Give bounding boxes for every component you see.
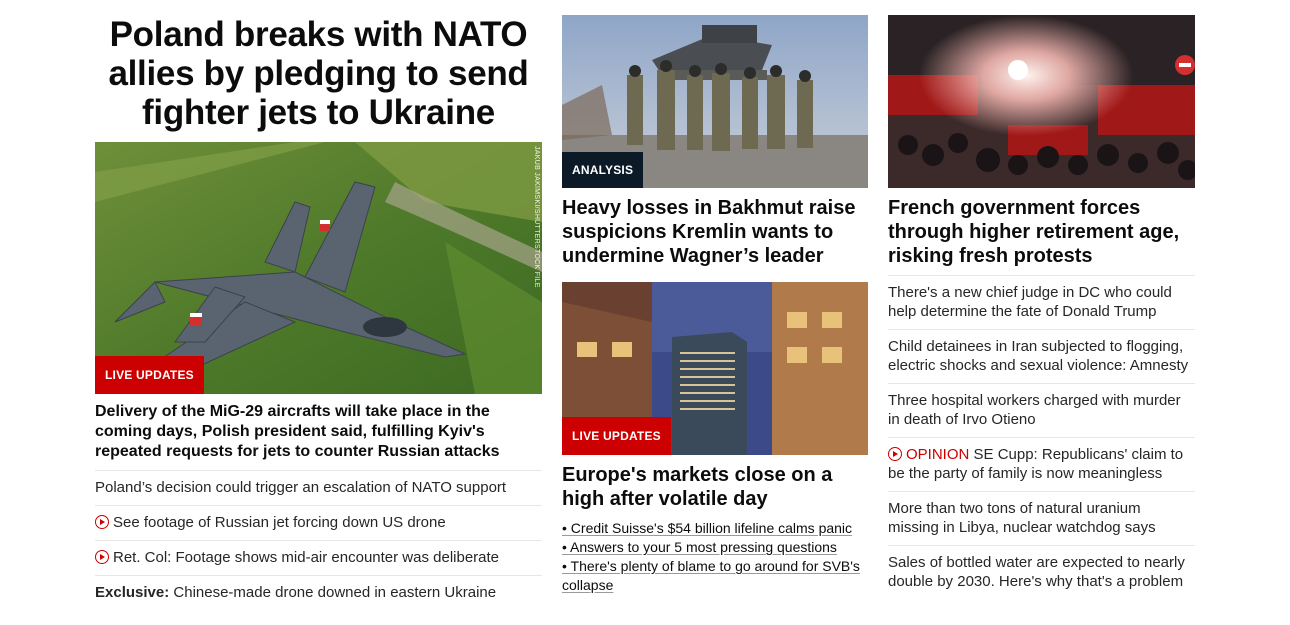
list-item[interactable]: • Answers to your 5 most pressing questi…: [562, 538, 868, 557]
analysis-badge: ANALYSIS: [562, 152, 644, 188]
bullet-link[interactable]: • There's plenty of blame to go around f…: [562, 558, 860, 593]
headline-link[interactable]: Sales of bottled water are expected to n…: [888, 554, 1185, 590]
headline-link[interactable]: Child detainees in Iran subjected to flo…: [888, 338, 1188, 374]
city-image-link[interactable]: LIVE UPDATES: [562, 282, 868, 455]
protest-image-link[interactable]: [888, 15, 1195, 188]
lead-related-list: Poland’s decision could trigger an escal…: [95, 470, 542, 610]
headline-link[interactable]: There's a new chief judge in DC who coul…: [888, 284, 1172, 320]
lead-image-fighter-jet[interactable]: JAKUB JAKIMSKI/SHUTTERSTOCK FILE LIVE UP…: [95, 142, 542, 394]
headline-link[interactable]: More than two tons of natural uranium mi…: [888, 500, 1156, 536]
list-item[interactable]: Sales of bottled water are expected to n…: [888, 545, 1195, 599]
markets-headline[interactable]: Europe's markets close on a high after v…: [562, 463, 868, 511]
bakhmut-headline[interactable]: Heavy losses in Bakhmut raise suspicions…: [562, 196, 868, 268]
live-updates-badge: LIVE UPDATES: [562, 417, 671, 455]
list-item[interactable]: Three hospital workers charged with murd…: [888, 383, 1195, 437]
related-link-text[interactable]: Poland’s decision could trigger an escal…: [95, 479, 506, 496]
list-item[interactable]: See footage of Russian jet forcing down …: [95, 505, 542, 540]
play-icon: [888, 447, 902, 461]
live-updates-badge: LIVE UPDATES: [95, 356, 204, 394]
exclusive-label: Exclusive:: [95, 584, 170, 601]
lead-headline[interactable]: Poland breaks with NATO allies by pledgi…: [95, 15, 542, 132]
bullet-link[interactable]: • Credit Suisse's $54 billion lifeline c…: [562, 520, 852, 536]
list-item[interactable]: Exclusive: Chinese-made drone downed in …: [95, 575, 542, 610]
related-link-text[interactable]: Chinese-made drone downed in eastern Ukr…: [173, 584, 496, 601]
list-item[interactable]: OPINION SE Cupp: Republicans' claim to b…: [888, 437, 1195, 491]
french-retirement-headline[interactable]: French government forces through higher …: [888, 196, 1195, 268]
headline-link[interactable]: Three hospital workers charged with murd…: [888, 392, 1181, 428]
list-item[interactable]: Poland’s decision could trigger an escal…: [95, 470, 542, 505]
play-icon: [95, 515, 109, 529]
related-link-text[interactable]: Ret. Col: Footage shows mid-air encounte…: [113, 549, 499, 566]
list-item[interactable]: Ret. Col: Footage shows mid-air encounte…: [95, 540, 542, 575]
right-headline-list: There's a new chief judge in DC who coul…: [888, 275, 1195, 599]
list-item[interactable]: There's a new chief judge in DC who coul…: [888, 275, 1195, 329]
right-column: French government forces through higher …: [888, 0, 1195, 599]
image-credit: JAKUB JAKIMSKI/SHUTTERSTOCK FILE: [533, 146, 540, 288]
soldiers-image-link[interactable]: ANALYSIS: [562, 15, 868, 188]
lead-column: Poland breaks with NATO allies by pledgi…: [95, 0, 542, 610]
list-item[interactable]: Child detainees in Iran subjected to flo…: [888, 329, 1195, 383]
lead-summary-link[interactable]: Delivery of the MiG-29 aircrafts will ta…: [95, 402, 542, 462]
protest-image: [888, 15, 1195, 188]
middle-column: ANALYSIS Heavy losses in Bakhmut raise s…: [562, 0, 868, 595]
opinion-label: OPINION: [906, 446, 970, 463]
list-item[interactable]: More than two tons of natural uranium mi…: [888, 491, 1195, 545]
play-icon: [95, 550, 109, 564]
list-item[interactable]: • There's plenty of blame to go around f…: [562, 557, 868, 595]
bullet-link[interactable]: • Answers to your 5 most pressing questi…: [562, 539, 837, 555]
markets-bullet-list: • Credit Suisse's $54 billion lifeline c…: [562, 519, 868, 595]
list-item[interactable]: • Credit Suisse's $54 billion lifeline c…: [562, 519, 868, 538]
related-link-text[interactable]: See footage of Russian jet forcing down …: [113, 514, 446, 531]
